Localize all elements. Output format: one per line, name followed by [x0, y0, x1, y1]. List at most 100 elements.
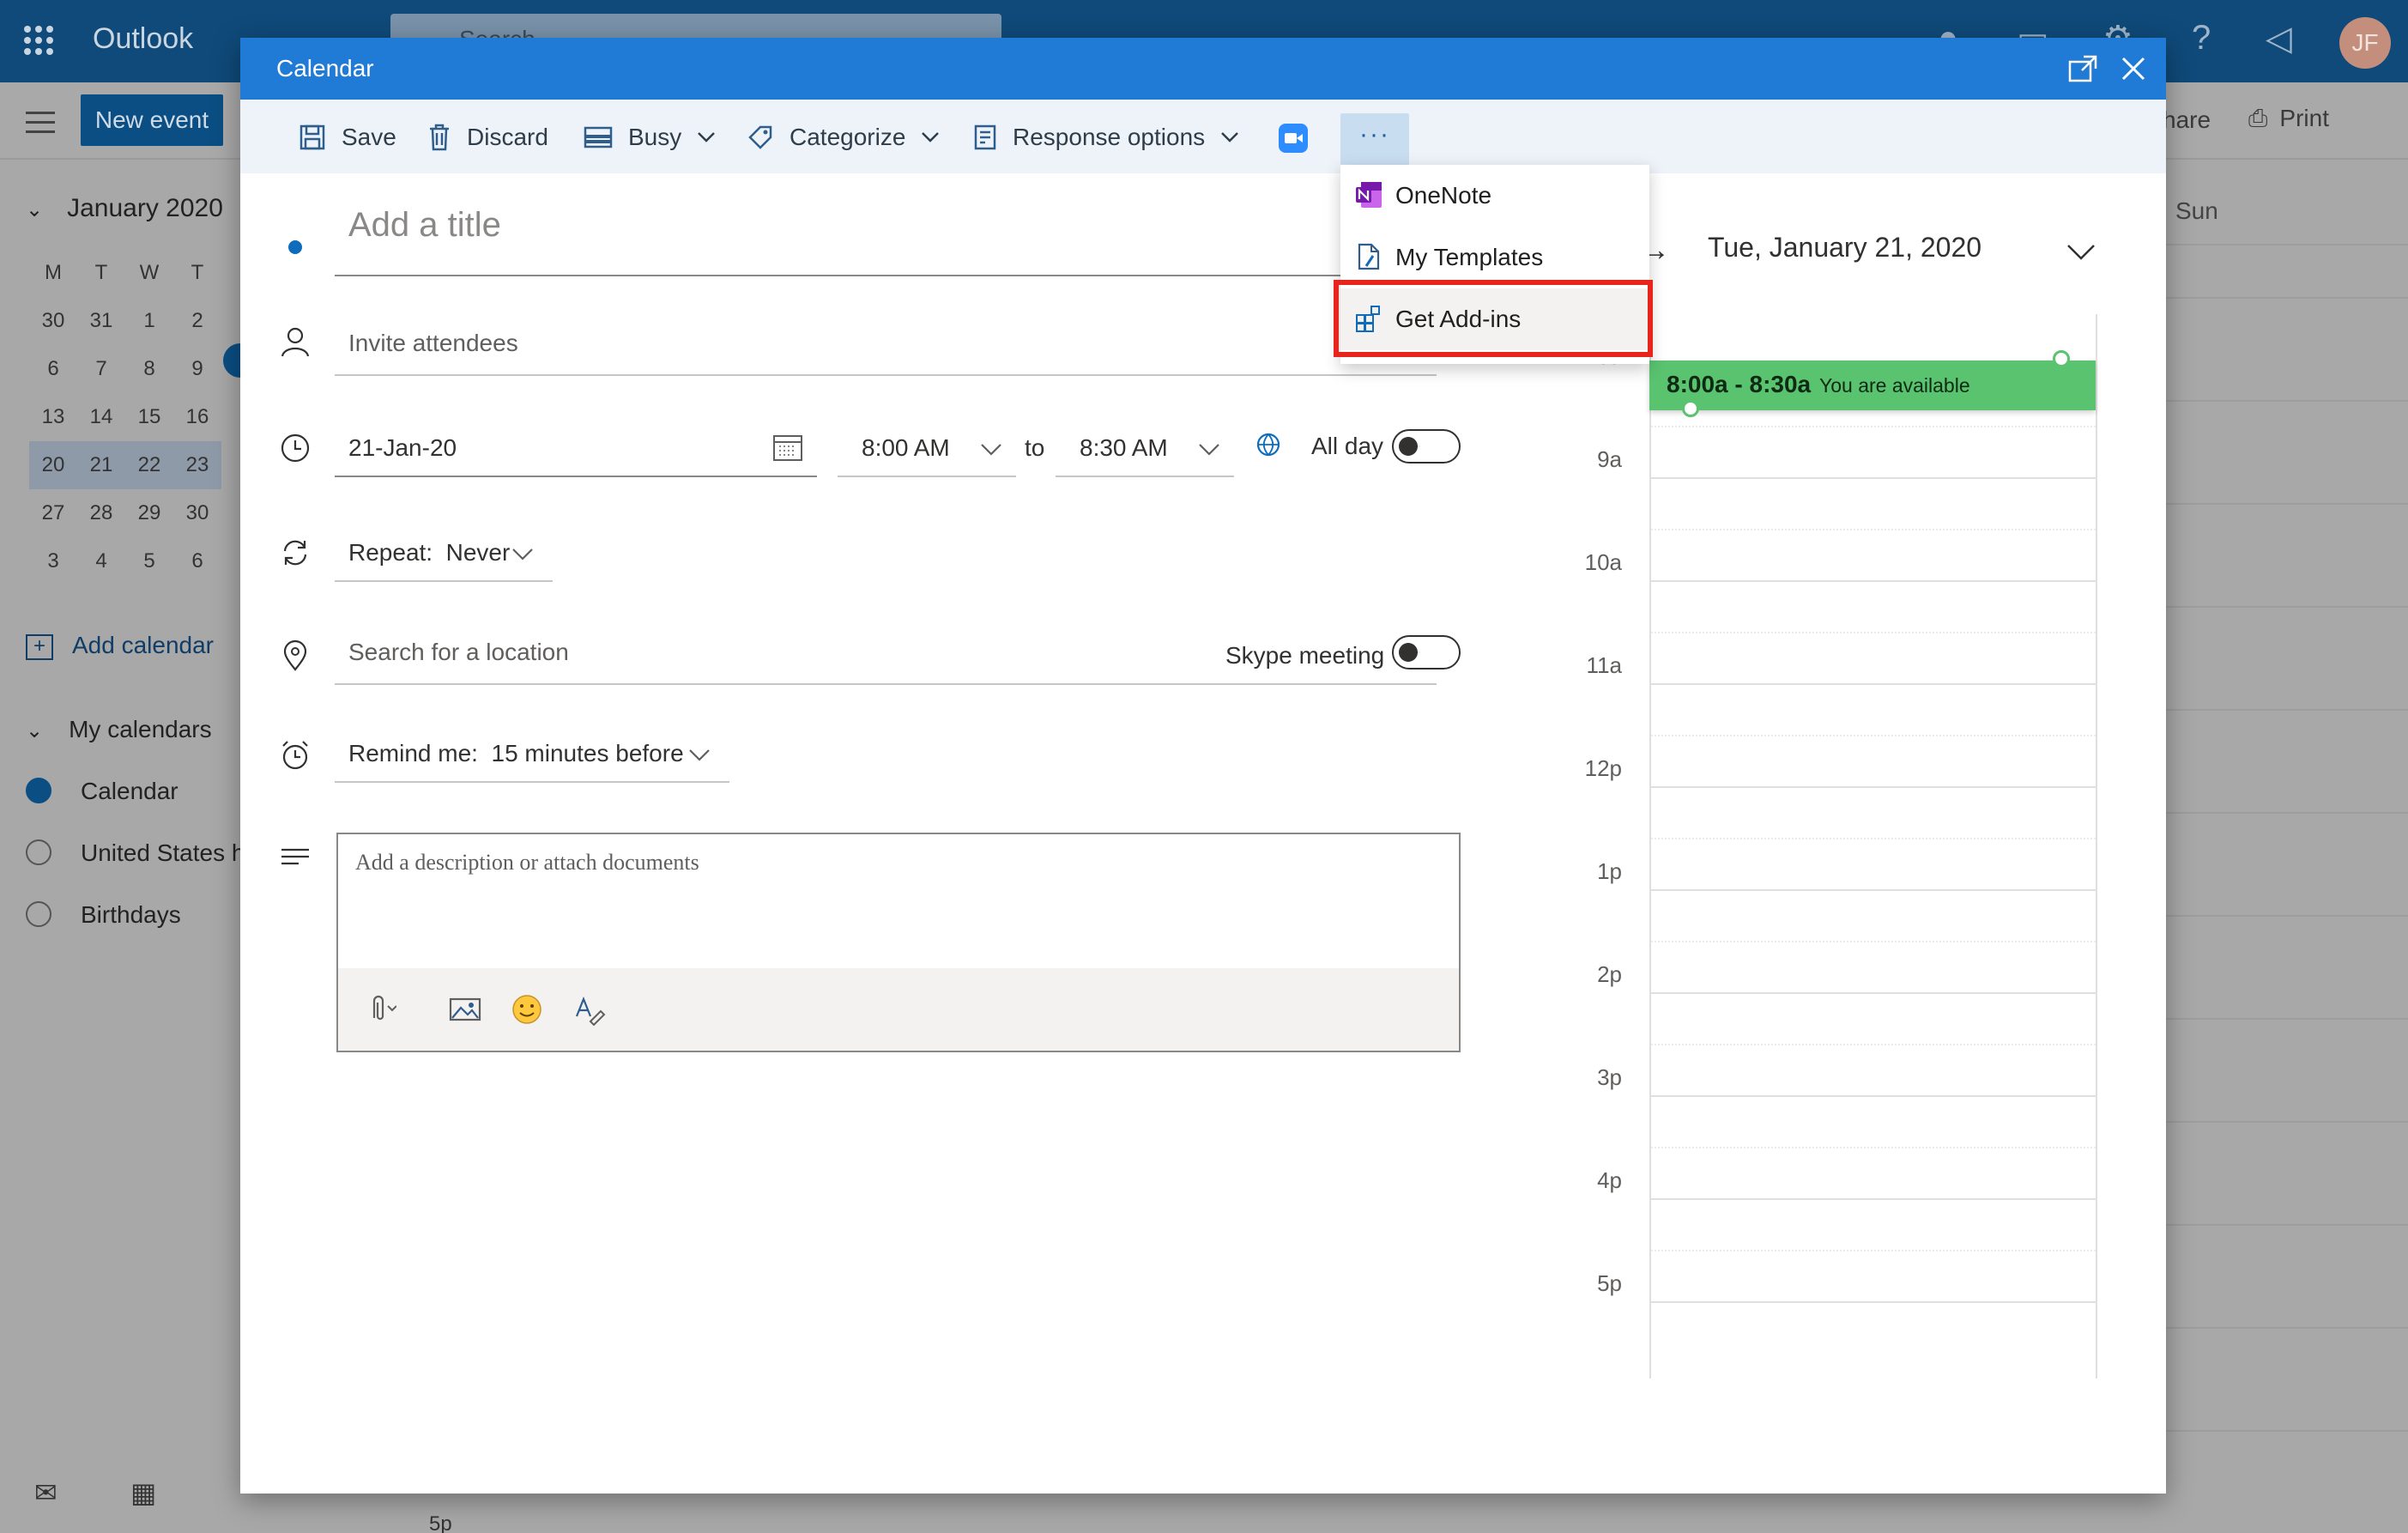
- my-calendars-header[interactable]: ⌄My calendars: [26, 716, 212, 743]
- response-options-dropdown[interactable]: Response options: [973, 120, 1239, 155]
- calendar-nav-icon[interactable]: ▦: [130, 1476, 156, 1509]
- share-button[interactable]: hare: [2163, 106, 2211, 134]
- trash-icon: [427, 124, 451, 151]
- repeat-dropdown[interactable]: Repeat: Never: [348, 539, 510, 567]
- calendar-picker-icon[interactable]: [772, 433, 803, 462]
- menu-item-label: My Templates: [1395, 244, 1543, 271]
- week-row: 30 31 1 2: [29, 297, 221, 345]
- chevron-down-icon[interactable]: [980, 443, 1002, 457]
- day-cell[interactable]: 4: [77, 549, 125, 573]
- event-dialog: Calendar Save Discard Busy Categorize: [240, 38, 2166, 1494]
- day-cell[interactable]: 14: [77, 405, 125, 429]
- resize-handle-top[interactable]: [2053, 350, 2070, 367]
- day-cell[interactable]: 7: [77, 357, 125, 381]
- date-input[interactable]: 21-Jan-20: [348, 434, 457, 462]
- chevron-down-icon[interactable]: [2066, 244, 2096, 261]
- proposed-event-block[interactable]: 8:00a - 8:30a You are available: [1649, 361, 2096, 410]
- day-cell[interactable]: 22: [125, 453, 173, 477]
- chevron-down-icon: [1220, 131, 1239, 143]
- format-painter-icon[interactable]: [572, 992, 606, 1027]
- dialog-title-bar: Calendar: [240, 38, 2166, 100]
- avatar[interactable]: JF: [2339, 17, 2391, 69]
- attach-icon[interactable]: [362, 992, 396, 1027]
- day-cell[interactable]: 16: [173, 405, 221, 429]
- location-input[interactable]: Search for a location: [348, 639, 569, 666]
- close-icon[interactable]: [2115, 50, 2152, 88]
- more-options-button[interactable]: ···: [1340, 113, 1409, 167]
- location-underline: [335, 683, 1437, 685]
- day-cell[interactable]: 8: [125, 357, 173, 381]
- repeat-value: Never: [446, 539, 511, 566]
- description-editor[interactable]: Add a description or attach documents: [336, 833, 1461, 1052]
- birthdays-item[interactable]: Birthdays: [81, 901, 181, 929]
- popout-icon[interactable]: [2068, 53, 2099, 84]
- day-cell[interactable]: 13: [29, 405, 77, 429]
- day-cell[interactable]: 23: [173, 453, 221, 477]
- resize-handle-bottom[interactable]: [1682, 400, 1699, 417]
- day-cell[interactable]: 1: [125, 309, 173, 333]
- print-icon: ⎙: [2248, 105, 2267, 131]
- skype-meeting-toggle[interactable]: [1392, 635, 1461, 670]
- my-calendars-label: My calendars: [69, 716, 212, 742]
- reminder-dropdown[interactable]: Remind me: 15 minutes before: [348, 740, 684, 767]
- feedback-icon[interactable]: ◁: [2266, 19, 2292, 58]
- day-cell[interactable]: 6: [173, 549, 221, 573]
- new-event-button[interactable]: New event: [81, 94, 223, 146]
- hour-label: 1p: [1570, 858, 1622, 885]
- repeat-icon: [278, 536, 312, 570]
- weekday-header: T: [173, 261, 221, 285]
- holidays-checkbox[interactable]: [26, 839, 51, 865]
- attendees-input[interactable]: Invite attendees: [348, 330, 518, 357]
- mini-calendar-month[interactable]: ⌄January 2020: [26, 194, 223, 223]
- categorize-dropdown[interactable]: Categorize: [747, 120, 940, 155]
- add-calendar-button[interactable]: + Add calendar: [26, 632, 214, 660]
- calendar-item[interactable]: Calendar: [81, 778, 178, 805]
- day-cell[interactable]: 2: [173, 309, 221, 333]
- title-input[interactable]: Add a title: [348, 206, 501, 245]
- day-cell[interactable]: 3: [29, 549, 77, 573]
- day-cell[interactable]: 30: [173, 501, 221, 525]
- day-cell[interactable]: 9: [173, 357, 221, 381]
- birthdays-checkbox[interactable]: [26, 901, 51, 927]
- location-pin-icon: [278, 639, 312, 673]
- add-calendar-label: Add calendar: [72, 632, 214, 658]
- day-cell[interactable]: 6: [29, 357, 77, 381]
- tag-icon: [747, 124, 774, 151]
- add-calendar-icon: +: [26, 634, 53, 660]
- day-cell[interactable]: 30: [29, 309, 77, 333]
- menu-item-onenote[interactable]: OneNote: [1340, 165, 1649, 227]
- save-button[interactable]: Save: [299, 120, 396, 155]
- end-time-select[interactable]: 8:30 AM: [1080, 434, 1168, 462]
- start-time-select[interactable]: 8:00 AM: [862, 434, 950, 462]
- app-launcher-icon[interactable]: [24, 26, 53, 55]
- day-cell[interactable]: 31: [77, 309, 125, 333]
- hour-label: 10a: [1570, 549, 1622, 576]
- mail-icon[interactable]: ✉: [34, 1476, 57, 1509]
- calendar-checkbox[interactable]: [26, 778, 51, 803]
- day-view-column: [1649, 314, 2097, 1378]
- emoji-icon[interactable]: [510, 992, 544, 1027]
- menu-icon[interactable]: [26, 112, 55, 140]
- chevron-down-icon[interactable]: [511, 548, 534, 561]
- print-button[interactable]: ⎙Print: [2248, 105, 2329, 133]
- day-cell[interactable]: 29: [125, 501, 173, 525]
- day-cell[interactable]: 5: [125, 549, 173, 573]
- discard-button[interactable]: Discard: [427, 120, 548, 155]
- repeat-label: Repeat:: [348, 539, 433, 566]
- help-icon[interactable]: ?: [2192, 19, 2211, 58]
- day-cell[interactable]: 15: [125, 405, 173, 429]
- bg-time-label: 5p: [429, 1512, 452, 1533]
- holidays-item[interactable]: United States h: [81, 839, 245, 867]
- day-cell[interactable]: 20: [29, 453, 77, 477]
- day-cell[interactable]: 21: [77, 453, 125, 477]
- day-cell[interactable]: 27: [29, 501, 77, 525]
- image-icon[interactable]: [448, 992, 482, 1027]
- time-zone-icon[interactable]: [1255, 431, 1282, 458]
- save-label: Save: [342, 124, 396, 151]
- day-cell[interactable]: 28: [77, 501, 125, 525]
- busy-dropdown[interactable]: Busy: [584, 120, 716, 155]
- all-day-toggle[interactable]: [1392, 429, 1461, 464]
- chevron-down-icon[interactable]: [688, 748, 711, 762]
- chevron-down-icon[interactable]: [1198, 443, 1220, 457]
- zoom-icon[interactable]: [1279, 124, 1308, 153]
